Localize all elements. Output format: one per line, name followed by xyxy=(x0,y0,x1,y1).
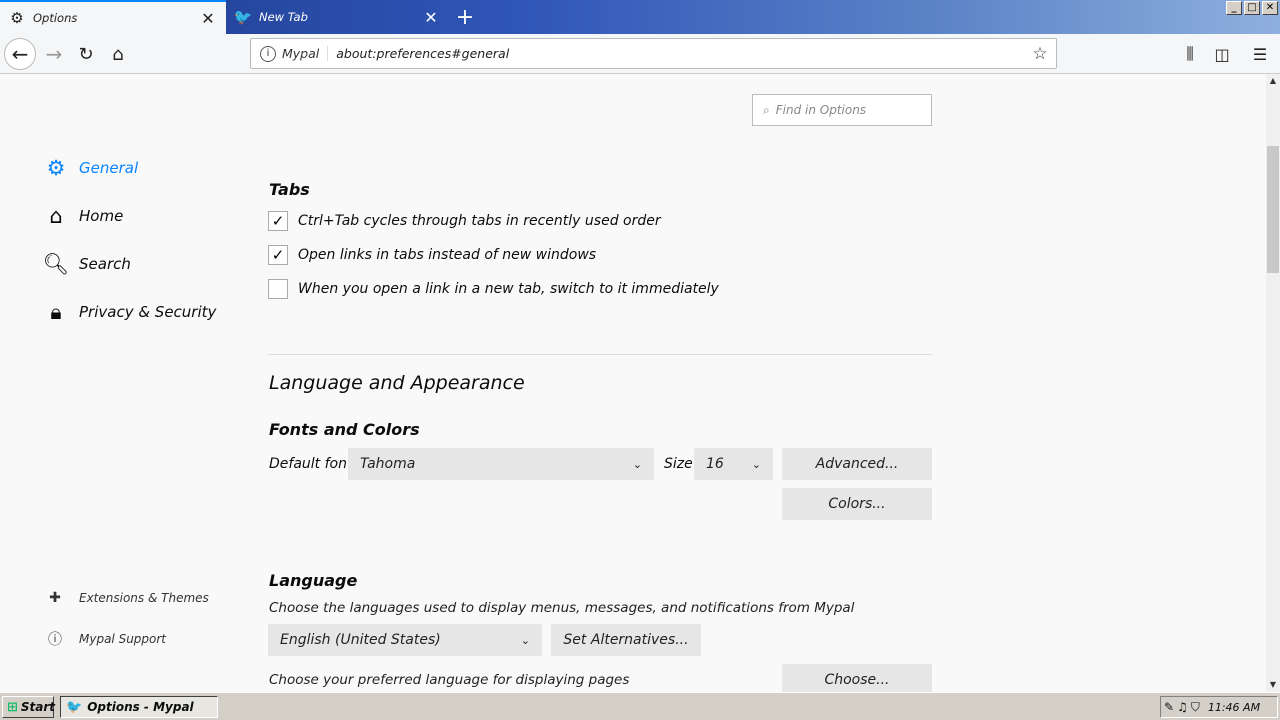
option-label: When you open a link in a new tab, switc… xyxy=(298,281,719,297)
menu-icon[interactable]: ☰ xyxy=(1246,40,1274,68)
bookmark-star-icon[interactable]: ☆ xyxy=(1030,44,1050,64)
close-window-button[interactable]: ✕ xyxy=(1262,1,1278,15)
font-size-select[interactable]: 16 ⌄ xyxy=(694,448,773,480)
gear-icon: ⚙ xyxy=(46,156,66,180)
footer-link-label: Extensions & Themes xyxy=(79,591,209,605)
scroll-down-icon[interactable]: ▼ xyxy=(1266,678,1280,692)
lock-icon: 🔒︎ xyxy=(50,299,62,324)
puzzle-icon: ✚ xyxy=(49,590,61,606)
chevron-down-icon: ⌄ xyxy=(751,457,761,471)
category-privacy-security[interactable]: 🔒︎ Privacy & Security xyxy=(44,300,216,324)
info-icon[interactable]: i xyxy=(260,45,276,62)
clock: 11:46 AM xyxy=(1207,700,1261,714)
footer-link-label: Mypal Support xyxy=(79,632,167,646)
checkbox-checked[interactable]: ✓ xyxy=(268,211,288,231)
system-tray: ✎ ♫ ⛉ 11:46 AM xyxy=(1160,696,1278,718)
close-tab-icon[interactable]: ✕ xyxy=(423,8,439,27)
open-links-in-tabs-option[interactable]: ✓ Open links in tabs instead of new wind… xyxy=(268,245,596,265)
preferences-page: ⌕ Find in Options ⚙ General ⌂ Home 🔍︎ Se… xyxy=(0,74,1266,692)
advanced-fonts-button[interactable]: Advanced... xyxy=(782,448,932,480)
set-alternatives-button[interactable]: Set Alternatives... xyxy=(551,624,701,656)
tab-label: Options xyxy=(33,11,78,25)
category-label: Privacy & Security xyxy=(79,303,217,321)
forward-button[interactable]: → xyxy=(38,38,70,70)
url-input[interactable]: about:preferences#general xyxy=(336,46,1030,61)
select-value: 16 xyxy=(706,456,724,472)
fonts-colors-heading: Fonts and Colors xyxy=(269,420,420,439)
tab-new-tab[interactable]: 🐦 New Tab ✕ xyxy=(226,0,449,34)
checkbox-checked[interactable]: ✓ xyxy=(268,245,288,265)
mypal-icon: 🐦 xyxy=(66,699,83,715)
vertical-scrollbar[interactable]: ▲ ▼ xyxy=(1266,74,1280,692)
choose-language-button[interactable]: Choose... xyxy=(782,664,932,692)
help-icon: ⓘ xyxy=(48,632,62,648)
new-tab-button[interactable]: + xyxy=(452,4,478,30)
taskbar: ⊞ Start 🐦 Options - Mypal ✎ ♫ ⛉ 11:46 AM xyxy=(0,692,1280,720)
library-icon[interactable]: ⫼ xyxy=(1176,40,1204,68)
search-icon: ⌕ xyxy=(763,102,770,117)
identity-label: Mypal xyxy=(282,46,329,61)
sidebar-icon[interactable]: ◫ xyxy=(1208,40,1236,68)
checkbox-unchecked[interactable] xyxy=(268,279,288,299)
option-label: Ctrl+Tab cycles through tabs in recently… xyxy=(298,213,661,229)
taskbar-item-label: Options - Mypal xyxy=(87,700,194,714)
volume-icon[interactable]: ♫ xyxy=(1177,700,1188,714)
url-bar[interactable]: i Mypal about:preferences#general ☆ xyxy=(250,38,1057,69)
mypal-support-link[interactable]: ⓘ Mypal Support xyxy=(46,629,166,649)
home-icon: ⌂ xyxy=(49,204,63,228)
size-label: Size xyxy=(664,456,693,472)
search-placeholder: Find in Options xyxy=(775,103,867,117)
switch-to-new-tab-option[interactable]: When you open a link in a new tab, switc… xyxy=(268,279,719,299)
option-label: Open links in tabs instead of new window… xyxy=(298,247,597,263)
chevron-down-icon: ⌄ xyxy=(520,633,530,647)
back-button[interactable]: ← xyxy=(4,38,36,70)
page-language-description: Choose your preferred language for displ… xyxy=(269,672,630,688)
find-in-options-input[interactable]: ⌕ Find in Options xyxy=(752,94,932,126)
section-divider xyxy=(268,354,932,355)
restore-button[interactable]: □ xyxy=(1244,1,1260,15)
category-label: Home xyxy=(79,207,124,225)
category-home[interactable]: ⌂ Home xyxy=(44,204,123,228)
scrollbar-thumb[interactable] xyxy=(1267,146,1279,273)
start-button[interactable]: ⊞ Start xyxy=(2,696,56,718)
default-font-label: Default font xyxy=(269,456,353,472)
network-icon[interactable]: ✎ xyxy=(1164,700,1174,714)
navigation-toolbar: ← → ↻ ⌂ i Mypal about:preferences#genera… xyxy=(0,34,1280,74)
scroll-up-icon[interactable]: ▲ xyxy=(1266,74,1280,88)
reload-button[interactable]: ↻ xyxy=(70,38,102,70)
chevron-down-icon: ⌄ xyxy=(632,457,642,471)
extensions-themes-link[interactable]: ✚ Extensions & Themes xyxy=(46,590,209,606)
tabs-heading: Tabs xyxy=(269,180,310,199)
default-font-select[interactable]: Tahoma ⌄ xyxy=(348,448,654,480)
tab-options[interactable]: ⚙ Options ✕ xyxy=(0,0,226,34)
minimize-button[interactable]: _ xyxy=(1226,1,1242,15)
tab-strip: ⚙ Options ✕ 🐦 New Tab ✕ + _ □ ✕ xyxy=(0,0,1280,34)
language-appearance-title: Language and Appearance xyxy=(269,372,525,394)
tab-label: New Tab xyxy=(259,10,308,24)
gear-icon: ⚙ xyxy=(10,9,24,27)
window-controls: _ □ ✕ xyxy=(1226,1,1278,15)
language-select[interactable]: English (United States) ⌄ xyxy=(268,624,542,656)
search-icon: 🔍︎ xyxy=(42,251,70,276)
language-heading: Language xyxy=(269,571,358,590)
category-label: General xyxy=(79,159,139,177)
mypal-icon: 🐦 xyxy=(233,8,253,26)
taskbar-item-options-mypal[interactable]: 🐦 Options - Mypal xyxy=(60,696,218,718)
category-general[interactable]: ⚙ General xyxy=(44,156,139,180)
language-description: Choose the languages used to display men… xyxy=(269,600,855,616)
start-label: Start xyxy=(20,700,56,714)
windows-logo-icon: ⊞ xyxy=(7,699,18,715)
ctrl-tab-option[interactable]: ✓ Ctrl+Tab cycles through tabs in recent… xyxy=(268,211,661,231)
category-search[interactable]: 🔍︎ Search xyxy=(42,251,131,276)
shield-icon[interactable]: ⛉ xyxy=(1191,700,1200,715)
select-value: English (United States) xyxy=(280,632,441,648)
category-label: Search xyxy=(79,255,131,273)
select-value: Tahoma xyxy=(360,456,416,472)
colors-button[interactable]: Colors... xyxy=(782,488,932,520)
close-tab-icon[interactable]: ✕ xyxy=(200,9,216,28)
home-button[interactable]: ⌂ xyxy=(102,38,134,70)
